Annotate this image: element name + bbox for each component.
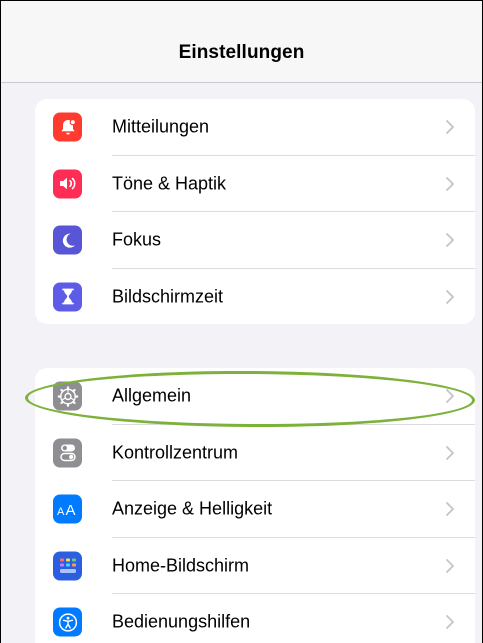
gear-icon	[53, 381, 82, 411]
settings-item-bildschirmzeit[interactable]: Bildschirmzeit	[35, 269, 475, 325]
app-grid-icon	[53, 551, 82, 581]
settings-item-label: Anzeige & Helligkeit	[112, 498, 273, 519]
svg-text:A: A	[57, 506, 65, 518]
settings-item-home-bildschirm[interactable]: Home-Bildschirm	[35, 538, 475, 594]
settings-item-label: Bildschirmzeit	[112, 286, 224, 307]
chevron-right-icon	[446, 502, 454, 517]
chevron-right-icon	[446, 615, 454, 630]
settings-item-label: Töne & Haptik	[112, 173, 227, 194]
accessibility-person-icon	[53, 607, 82, 637]
settings-item-toene-haptik[interactable]: Töne & Haptik	[35, 156, 475, 212]
navigation-bar: Einstellungen	[1, 1, 482, 83]
settings-item-label: Kontrollzentrum	[112, 442, 239, 463]
moon-icon	[53, 225, 82, 255]
chevron-right-icon	[446, 233, 454, 248]
settings-group-notifications: Mitteilungen Töne & Haptik Fokus Bildsch…	[35, 99, 475, 324]
settings-item-label: Mitteilungen	[112, 116, 210, 137]
chevron-right-icon	[446, 558, 454, 573]
hourglass-icon	[53, 282, 82, 312]
settings-item-label: Allgemein	[112, 385, 192, 406]
settings-item-anzeige-helligkeit[interactable]: A A Anzeige & Helligkeit	[35, 481, 475, 538]
settings-item-label: Fokus	[112, 229, 162, 250]
settings-item-label: Bedienungshilfen	[112, 611, 251, 632]
chevron-right-icon	[446, 389, 454, 404]
settings-item-mitteilungen[interactable]: Mitteilungen	[35, 99, 475, 156]
settings-item-fokus[interactable]: Fokus	[35, 212, 475, 269]
page-title: Einstellungen	[178, 42, 305, 63]
chevron-right-icon	[446, 120, 454, 135]
speaker-sound-icon	[53, 169, 82, 199]
settings-window: Einstellungen Mitteilungen Töne & Haptik…	[0, 0, 483, 643]
settings-item-kontrollzentrum[interactable]: Kontrollzentrum	[35, 425, 475, 481]
chevron-right-icon	[446, 289, 454, 304]
toggle-switches-icon	[53, 438, 82, 468]
settings-item-allgemein[interactable]: Allgemein	[35, 368, 475, 425]
chevron-right-icon	[446, 176, 454, 191]
settings-item-bedienungshilfen[interactable]: Bedienungshilfen	[35, 594, 475, 643]
settings-group-general: Allgemein Kontrollzentrum A A Anzeige & …	[35, 368, 475, 643]
notifications-bell-icon	[53, 112, 82, 142]
chevron-right-icon	[446, 445, 454, 460]
svg-text:A: A	[65, 502, 75, 519]
settings-item-label: Home-Bildschirm	[112, 555, 250, 576]
text-size-aa-icon: A A	[53, 494, 82, 524]
